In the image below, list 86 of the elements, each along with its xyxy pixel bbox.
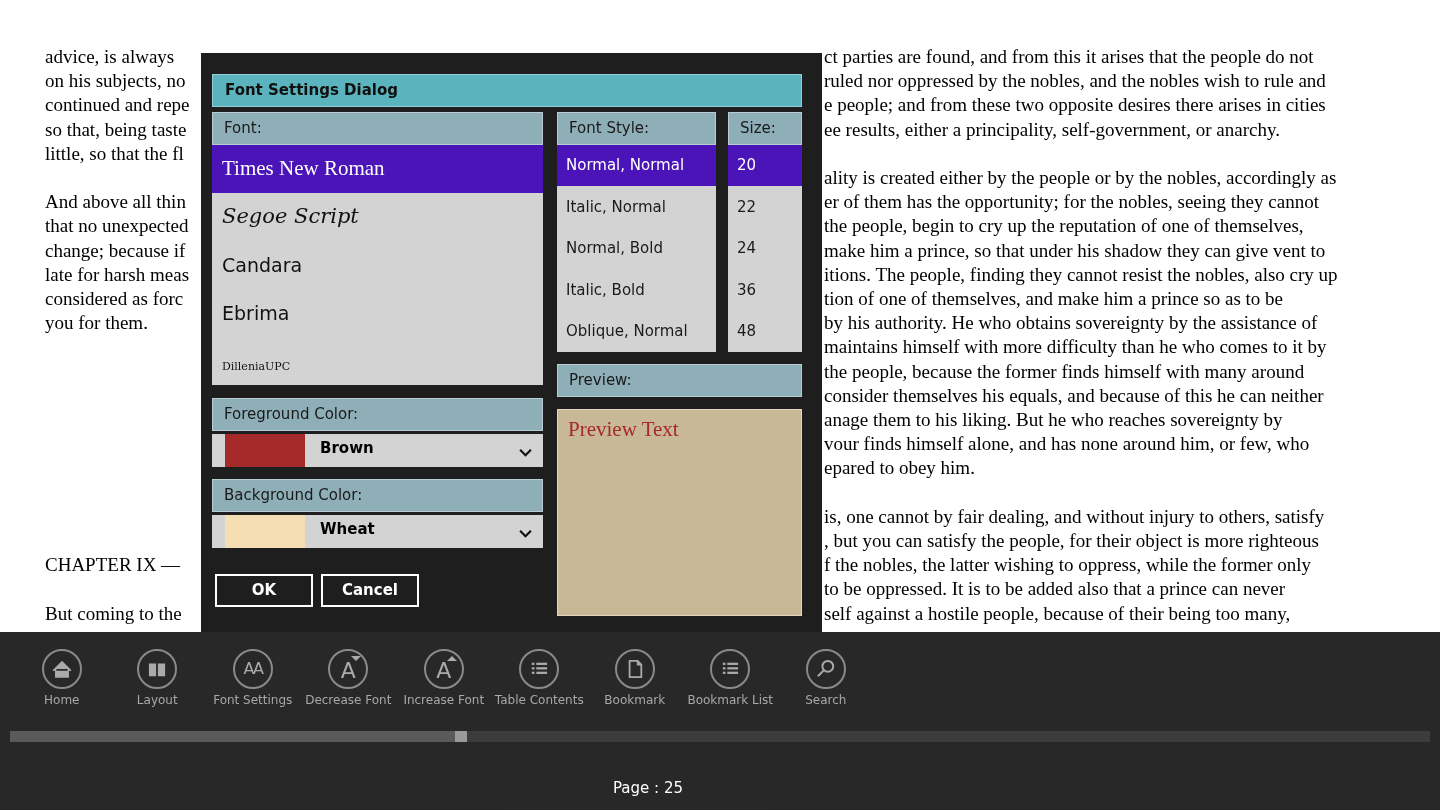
font-list-item[interactable]: Segoe Script: [212, 193, 543, 241]
text-line: so that, being taste: [45, 118, 187, 140]
list-item[interactable]: 24: [728, 227, 802, 270]
page-number: Page : 25: [613, 778, 683, 799]
section-header: Font:: [212, 112, 543, 145]
text-line: considered as forc: [45, 288, 184, 309]
color-dropdown[interactable]: Wheat: [212, 515, 543, 548]
dialog-button[interactable]: OK: [215, 574, 313, 607]
open-book-icon: [137, 649, 178, 689]
text-line: ct parties are found, and from this it arises that the people do not: [824, 46, 1314, 67]
text-line: ee results, either a principality, self-government, or anarchy.: [824, 118, 1280, 140]
app-bar-button[interactable]: Bookmark: [587, 649, 683, 709]
font-list-item[interactable]: Candara: [212, 241, 543, 289]
text-line: by his authority. He who obtains sovereignty by the assistance of: [824, 312, 1318, 334]
text-line: is, one cannot by fair dealing, and without injury to others, satisfy: [824, 505, 1325, 527]
list-item[interactable]: Italic, Bold: [557, 269, 716, 311]
app-bar-button[interactable]: Home: [14, 649, 110, 709]
list-item[interactable]: 36: [728, 269, 802, 311]
text-line: ruled nor oppressed by the nobles, and the nobles wish to rule and: [824, 70, 1326, 92]
list-item[interactable]: 22: [728, 186, 802, 228]
text-line: And above all thin: [45, 191, 186, 213]
list-item[interactable]: Normal, Bold: [557, 227, 716, 270]
text-line: e people; and from these two opposite desires there arises in cities: [824, 94, 1326, 116]
color-name: Wheat: [320, 519, 375, 540]
search-icon: [805, 649, 846, 689]
font-list-item[interactable]: DilleniaUPC: [212, 337, 543, 385]
color-dropdown[interactable]: Brown: [212, 434, 543, 467]
font-list-item[interactable]: Ebrima: [212, 289, 543, 337]
text-line: change; because if: [45, 239, 186, 261]
text-line: er of them has the opportunity; for the nobles, seeing they cannot: [824, 191, 1319, 213]
font-size-icon: AA: [232, 649, 273, 689]
text-line: consider themselves his equals, and because of this he can neither: [824, 384, 1324, 406]
chapter-heading: CHAPTER IX —: [45, 554, 181, 576]
list-item[interactable]: 20: [728, 145, 802, 187]
list-icon: [519, 649, 560, 689]
page-icon: [614, 649, 655, 689]
chevron-down-icon: [519, 529, 532, 538]
section-header: Preview:: [557, 364, 802, 397]
increase-font-icon: A: [423, 649, 464, 689]
dialog-button[interactable]: Cancel: [321, 574, 419, 607]
text-line: advice, is always: [45, 46, 175, 67]
list-item[interactable]: Normal, Normal: [557, 145, 716, 187]
progress-thumb[interactable]: [455, 731, 468, 742]
text-line: self against a hostile people, because of their being too many,: [824, 602, 1291, 624]
text-line: late for harsh meas: [45, 263, 190, 285]
text-line: make him a prince, so that under his shadow they can give vent to: [824, 239, 1326, 261]
color-name: Brown: [320, 438, 374, 459]
app-bar-button[interactable]: AA Font Settings: [205, 649, 301, 709]
dialog-title: Font Settings Dialog: [212, 74, 802, 107]
preview-text: Preview Text: [568, 417, 679, 441]
text-line: itions. The people, finding they cannot resist the nobles, also cry up: [824, 263, 1338, 285]
app-bar-button[interactable]: A Increase Font: [396, 649, 492, 709]
text-line: But coming to the: [45, 602, 182, 624]
text-line: anage them to his liking. But he who reaches sovereignty by: [824, 409, 1283, 431]
section-header: Size:: [728, 112, 802, 145]
section-header: Background Color:: [212, 479, 543, 512]
font-list-item[interactable]: Times New Roman: [212, 145, 543, 193]
text-line: vour finds himself alone, and has none around him, or few, who: [824, 433, 1310, 455]
section-header: Foreground Color:: [212, 398, 543, 431]
decrease-font-icon: A: [328, 649, 369, 689]
app-bar-button[interactable]: Table Contents: [491, 649, 587, 709]
text-line: on his subjects, no: [45, 70, 186, 92]
home-icon: [41, 649, 82, 689]
text-line: you for them.: [45, 312, 148, 334]
list-item[interactable]: 48: [728, 310, 802, 352]
text-line: the people, because the former finds himself with many around: [824, 360, 1305, 382]
chevron-down-icon: [519, 448, 532, 457]
text-line: the people, begin to cry up the reputation of one of themselves,: [824, 215, 1304, 237]
text-line: ality is created either by the people or by the nobles, accordingly as: [824, 167, 1337, 188]
text-line: epared to obey him.: [824, 457, 975, 479]
section-header: Font Style:: [557, 112, 716, 145]
app-bar-button[interactable]: Bookmark List: [682, 649, 778, 709]
list-icon: [710, 649, 751, 689]
list-item[interactable]: Italic, Normal: [557, 186, 716, 228]
text-line: little, so that the fl: [45, 142, 184, 164]
text-line: that no unexpected: [45, 215, 189, 237]
app-bar-button[interactable]: Search: [778, 649, 874, 709]
app-bar-button[interactable]: A Decrease Font: [300, 649, 396, 709]
list-item[interactable]: Oblique, Normal: [557, 310, 716, 352]
text-line: maintains himself with more difficulty than he who comes to it by: [824, 336, 1327, 358]
text-line: to be oppressed. It is to be added also that a prince can never: [824, 578, 1286, 600]
text-line: continued and repe: [45, 94, 190, 116]
text-line: tion of one of themselves, and make him a prince so as to be: [824, 288, 1284, 309]
text-line: , but you can satisfy the people, for their object is more righteous: [824, 530, 1319, 552]
text-line: f the nobles, the latter wishing to oppress, while the former only: [824, 554, 1312, 576]
app-bar-button[interactable]: Layout: [109, 649, 205, 709]
